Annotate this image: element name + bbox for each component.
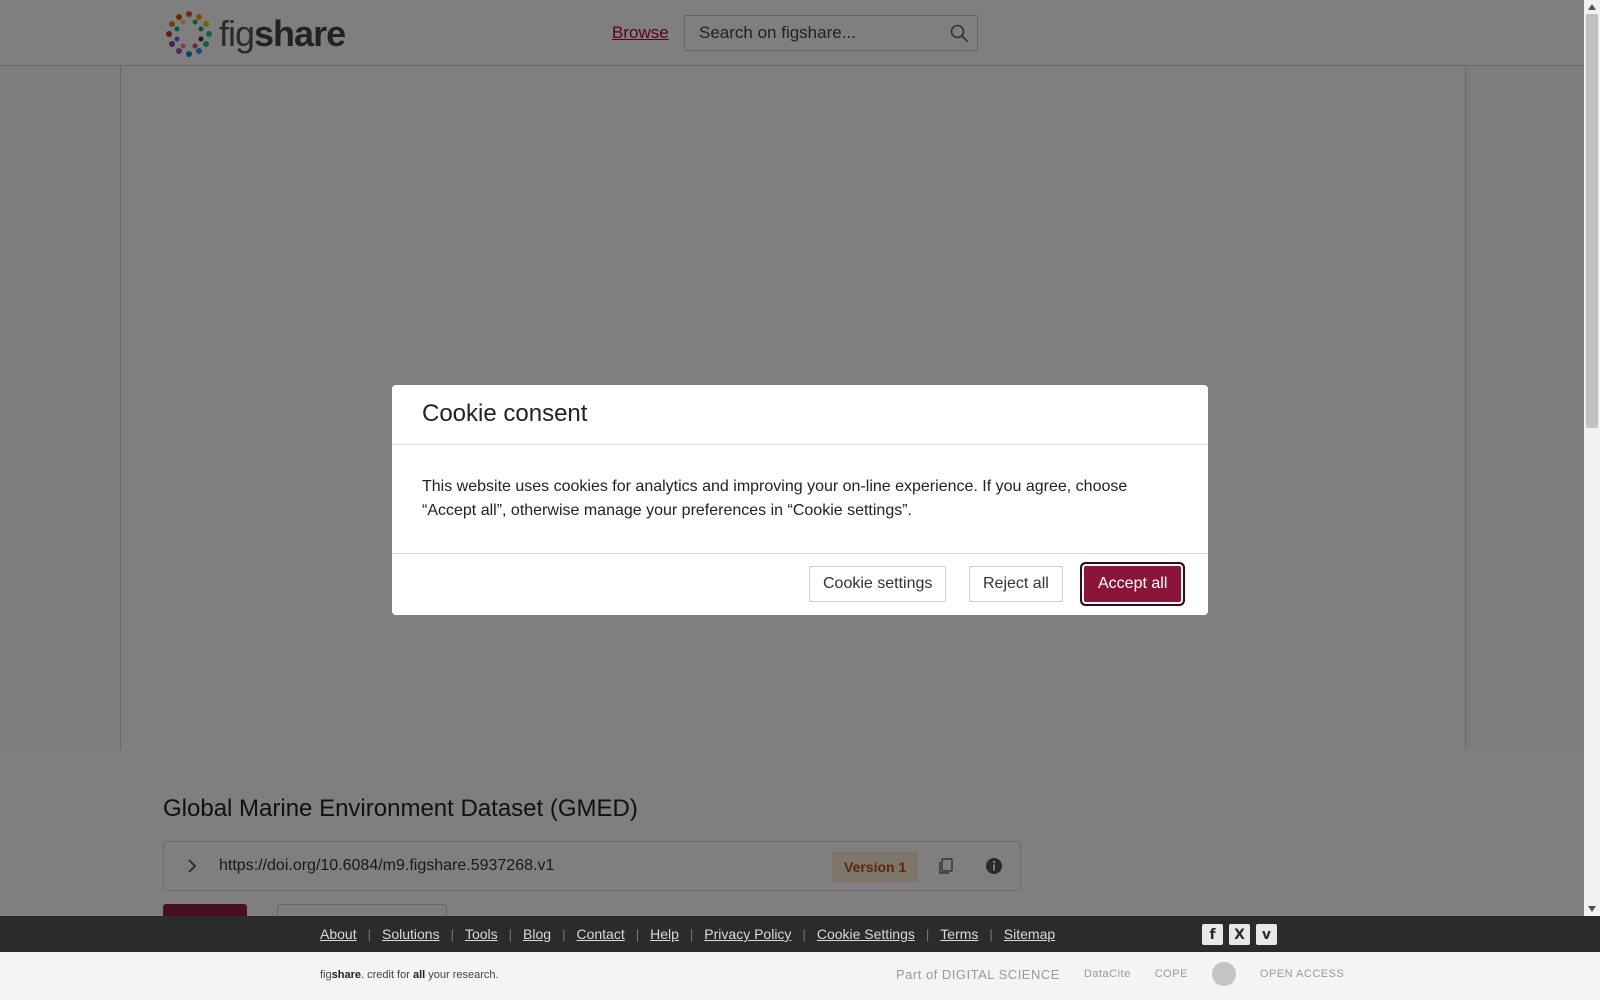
scroll-down-arrow-icon[interactable] [1588,906,1596,912]
footer-separator: | [802,926,806,942]
tagline-research: your research. [425,969,499,981]
footer-separator: | [508,926,513,942]
footer-link-sitemap[interactable]: Sitemap [1004,926,1055,942]
globe-logo-icon[interactable] [1211,962,1236,986]
footer-link-tools[interactable]: Tools [465,926,498,942]
dialog-message: This website uses cookies for analytics … [422,478,1128,519]
tagline-fig: fig [320,969,332,981]
dialog-title: Cookie consent [422,400,588,427]
cookie-settings-button[interactable]: Cookie settings [809,566,947,602]
tagline-credit: . credit for [360,969,413,981]
footer-separator: | [635,926,640,942]
digital-science-logo[interactable]: Part of DIGITAL SCIENCE [896,967,1060,982]
scrollbar-thumb[interactable] [1586,14,1598,428]
dialog-footer: Cookie settings Reject all Accept all [392,554,1208,614]
modal-backdrop: Cookie consent This website uses cookies… [0,0,1584,916]
footer-link-contact[interactable]: Contact [576,926,624,942]
footer-separator: | [989,926,993,942]
footer-nav-bar: About | Solutions | Tools | Blog | Contact | … [0,916,1600,952]
open-access-logo[interactable]: OPEN ACCESS [1260,968,1344,980]
footer-link-privacy-policy[interactable]: Privacy Policy [704,926,791,942]
dialog-body: This website uses cookies for analytics … [392,445,1208,554]
footer-link-blog[interactable]: Blog [523,926,551,942]
cookie-consent-dialog: Cookie consent This website uses cookies… [392,385,1208,615]
scroll-up-arrow-icon[interactable] [1588,4,1596,10]
footer-bottom: figshare. credit for all your research. … [0,952,1600,1000]
footer-tagline: figshare. credit for all your research. [320,969,499,981]
footer-separator: | [925,926,930,942]
social-links: f X v [1202,924,1277,945]
tagline-all: all [412,969,426,981]
vimeo-icon[interactable]: v [1256,924,1277,945]
footer-link-cookie-settings[interactable]: Cookie Settings [817,926,915,942]
page-scrollbar[interactable] [1584,0,1600,916]
dialog-header: Cookie consent [392,385,1208,445]
footer-separator: | [450,926,454,942]
accept-all-button[interactable]: Accept all [1084,566,1182,602]
datacite-logo[interactable]: DataCite [1084,968,1131,980]
footer-link-terms[interactable]: Terms [940,926,978,942]
footer-link-solutions[interactable]: Solutions [382,926,440,942]
facebook-icon[interactable]: f [1202,924,1223,945]
footer-links: About | Solutions | Tools | Blog | Contact | … [320,916,1055,952]
cope-logo[interactable]: COPE [1155,968,1188,980]
tagline-share: share [331,969,361,981]
footer-link-about[interactable]: About [320,926,357,942]
footer-separator: | [689,926,694,942]
reject-all-button[interactable]: Reject all [969,566,1063,602]
footer-link-help[interactable]: Help [650,926,679,942]
footer-separator: | [367,926,371,942]
footer-separator: | [562,926,566,942]
partner-logos: Part of DIGITAL SCIENCE DataCite COPE OP… [896,962,1344,986]
x-icon[interactable]: X [1229,924,1250,945]
